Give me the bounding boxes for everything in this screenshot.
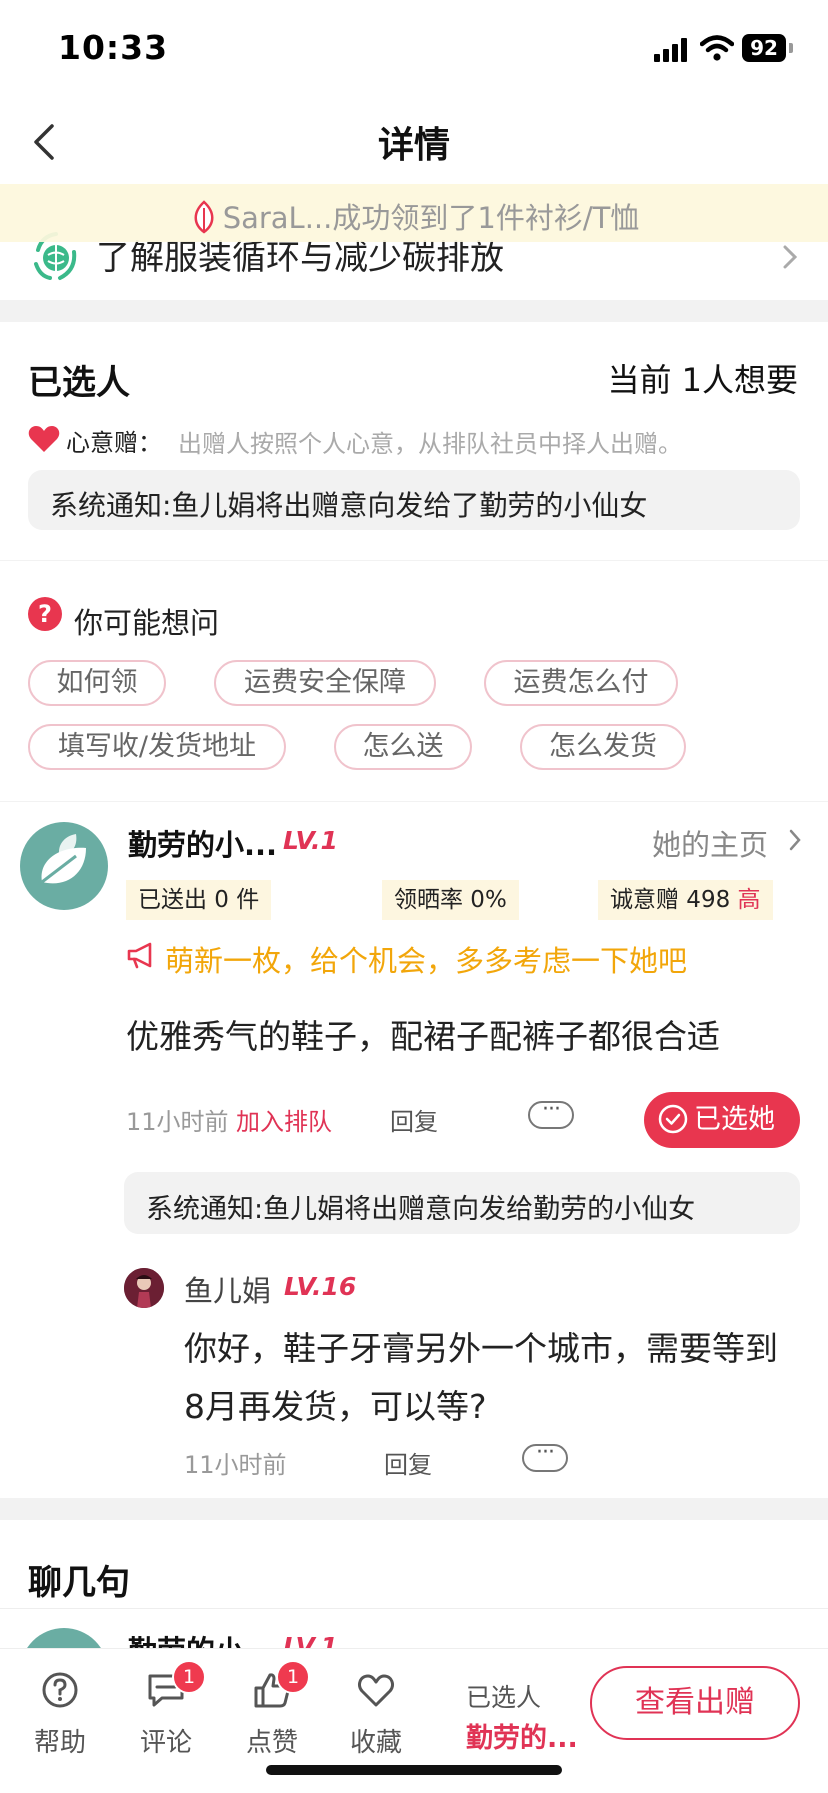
favorite-label: 收藏 <box>349 1728 402 1758</box>
wanted-count: 当前 1人想要 <box>607 361 798 399</box>
comment-label: 评论 <box>139 1728 192 1758</box>
selected-person-label: 已选人 <box>466 1683 542 1712</box>
stat-rate: 领晒率 0% <box>382 880 519 920</box>
xinyi-description: 出赠人按照个人心意，从排队社员中择人出赠。 <box>178 430 682 458</box>
faq-tag-shipping-payment[interactable]: 运费怎么付 <box>484 660 678 706</box>
like-count-badge: 1 <box>276 1660 310 1694</box>
system-notice-text: 系统通知:鱼儿娟将出赠意向发给勤劳的小仙女 <box>146 1194 696 1225</box>
avatar[interactable] <box>20 822 108 910</box>
banner-text: SaraL...成功领到了1件衬衫/T恤 <box>222 201 640 235</box>
faq-tag-how-to-ship[interactable]: 怎么发货 <box>520 724 686 770</box>
chat-title: 聊几句 <box>28 1563 130 1603</box>
chevron-right-icon[interactable] <box>788 828 802 852</box>
reply-button[interactable]: 回复 <box>390 1102 438 1137</box>
question-icon: ? <box>28 597 62 631</box>
chevron-right-icon <box>783 245 798 269</box>
help-icon <box>42 1672 78 1708</box>
reply-button[interactable]: 回复 <box>384 1445 432 1480</box>
faq-title: 你可能想问 <box>74 606 220 640</box>
leaf-icon <box>194 200 214 234</box>
reply-author-name[interactable]: 鱼儿娟 <box>184 1268 271 1310</box>
more-options-button[interactable]: ··· <box>522 1442 568 1472</box>
faq-tag-how-to-get[interactable]: 如何领 <box>28 660 166 706</box>
stat-sincerity-level: 高 <box>737 887 761 913</box>
reply-text: 你好，鞋子牙膏另外一个城市，需要等到8月再发货，可以等? <box>184 1329 778 1426</box>
stat-sent: 已送出 0 件 <box>126 880 272 920</box>
page-title: 详情 <box>377 125 450 166</box>
homepage-link[interactable]: 她的主页 <box>652 822 768 864</box>
system-notice-text: 系统通知:鱼儿娟将出赠意向发给了勤劳的小仙女 <box>50 489 648 522</box>
stat-sincerity: 诚意赠 498 高 <box>598 880 773 920</box>
comment-time: 11小时前 <box>126 1108 229 1136</box>
faq-tag-how-to-send[interactable]: 怎么送 <box>334 724 472 770</box>
more-options-button[interactable]: ··· <box>528 1099 574 1129</box>
stat-sincerity-value: 诚意赠 498 <box>610 887 731 913</box>
battery-indicator: 92 <box>742 34 786 62</box>
wifi-icon <box>700 35 734 61</box>
chosen-label: 已选她 <box>694 1104 775 1135</box>
like-label: 点赞 <box>245 1728 298 1758</box>
banner-message: SaraL...成功领到了1件衬衫/T恤 <box>0 195 828 237</box>
chosen-button[interactable]: 已选她 <box>644 1092 800 1148</box>
favorite-tab[interactable]: 收藏 <box>336 1664 416 1764</box>
faq-tag-address[interactable]: 填写收/发货地址 <box>28 724 286 770</box>
level-badge: LV.1 <box>283 826 338 855</box>
battery-tip <box>789 43 793 53</box>
divider <box>0 1608 828 1609</box>
signal-icon <box>654 38 687 62</box>
heart-icon <box>28 426 60 452</box>
reply-time: 11小时前 <box>184 1451 287 1479</box>
leaf-avatar-icon <box>41 834 86 884</box>
selected-title: 已选人 <box>28 363 130 403</box>
selected-person-name[interactable]: 勤劳的... <box>466 1716 578 1755</box>
join-queue-link[interactable]: 加入排队 <box>236 1102 332 1137</box>
faq-tag-shipping-safety[interactable]: 运费安全保障 <box>214 660 436 706</box>
commenter-name[interactable]: 勤劳的小... <box>128 822 277 864</box>
help-label: 帮助 <box>33 1728 86 1758</box>
help-tab[interactable]: 帮助 <box>20 1664 100 1764</box>
view-gift-button[interactable]: 查看出赠 <box>590 1666 800 1740</box>
doll-avatar-icon <box>124 1268 164 1308</box>
status-time: 10:33 <box>58 28 169 67</box>
megaphone-icon <box>127 942 152 969</box>
level-badge: LV.16 <box>284 1272 357 1301</box>
xinyi-label: 心意赠： <box>66 429 162 457</box>
promo-text: 萌新一枚，给个机会，多多考虑一下她吧 <box>165 944 688 978</box>
comment-count-badge: 1 <box>172 1660 206 1694</box>
heart-outline-icon <box>358 1674 394 1707</box>
comment-text: 优雅秀气的鞋子，配裙子配裤子都很合适 <box>126 1017 720 1056</box>
home-indicator <box>266 1765 562 1775</box>
avatar[interactable] <box>124 1268 164 1308</box>
check-circle-icon <box>658 1104 688 1134</box>
